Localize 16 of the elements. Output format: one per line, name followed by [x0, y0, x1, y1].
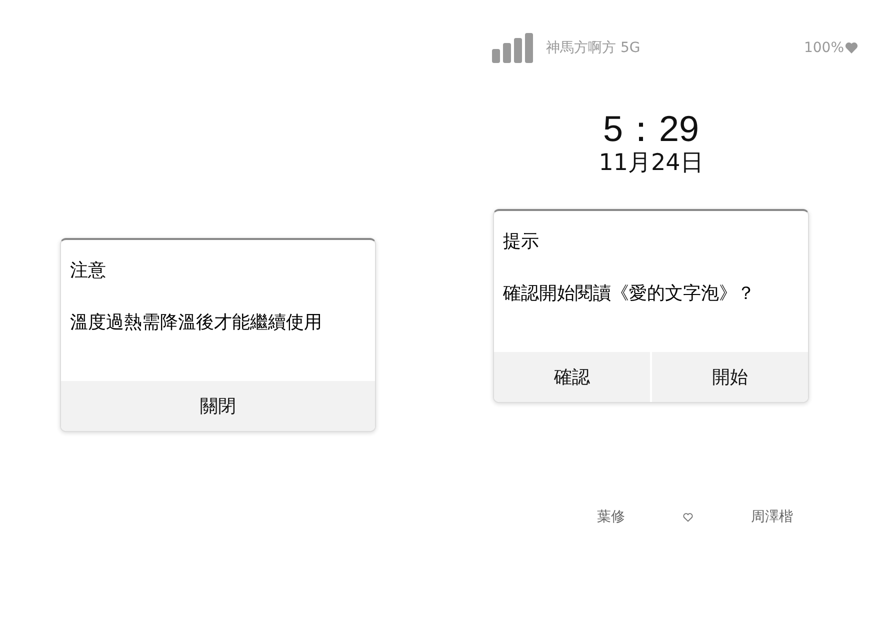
dialog-button[interactable]: 確認: [494, 352, 650, 402]
name-label: 葉修: [597, 508, 625, 526]
heart-outline-icon: [683, 512, 693, 522]
clock-time: 5：29: [602, 109, 700, 149]
dialog-message: 溫度過熱需降溫後才能繼續使用: [69, 311, 323, 335]
name-label: 周澤楷: [751, 508, 793, 526]
heart-icon: [845, 42, 858, 54]
signal-icon: [492, 33, 534, 63]
dialog-title: 提示: [502, 230, 540, 254]
dialog-title: 注意: [69, 259, 107, 283]
dialog-button[interactable]: 開始: [652, 352, 808, 402]
dialog-message: 確認開始閱讀《愛的文字泡》？: [502, 282, 756, 306]
dialog-button[interactable]: 關閉: [61, 381, 375, 431]
battery-level: 100%: [804, 40, 844, 56]
clock-date: 11月24日: [598, 149, 704, 177]
carrier-name: 神馬方啊方 5G: [546, 39, 640, 57]
